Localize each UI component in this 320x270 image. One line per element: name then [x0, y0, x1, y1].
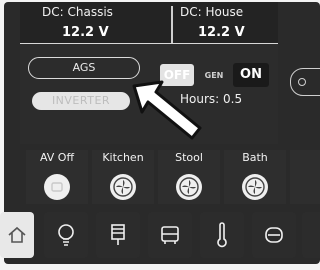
tank-icon — [265, 227, 283, 243]
nav-vehicle-button[interactable] — [148, 212, 192, 258]
light-label-kitchen: Kitchen — [102, 151, 144, 164]
light-card-bath[interactable]: Bath — [224, 150, 286, 204]
nav-home-button[interactable] — [0, 212, 34, 258]
side-toggle-indicator — [298, 78, 306, 86]
light-card-av-off[interactable]: AV Off — [26, 150, 88, 204]
light-card-stool[interactable]: Stool — [158, 150, 220, 204]
thermometer-icon — [217, 222, 227, 248]
stool-fan-icon[interactable] — [176, 174, 202, 200]
fan-glyph — [245, 177, 265, 197]
chassis-voltage-label: DC: Chassis — [42, 5, 113, 19]
av-power-glyph — [51, 182, 63, 192]
light-card-kitchen[interactable]: Kitchen — [92, 150, 154, 204]
kitchen-fan-icon[interactable] — [110, 174, 136, 200]
shade-icon — [111, 224, 125, 245]
fan-glyph — [179, 177, 199, 197]
nav-shades-button[interactable] — [96, 212, 140, 258]
light-card-partial[interactable] — [290, 150, 320, 204]
nav-tank-button[interactable] — [252, 212, 296, 258]
av-power-icon[interactable] — [44, 174, 70, 200]
lighting-row: AV Off Kitchen Stool Bath — [20, 150, 320, 204]
nav-lights-button[interactable] — [44, 212, 88, 258]
generator-on-button[interactable]: ON — [233, 63, 269, 87]
inverter-button[interactable]: INVERTER — [32, 92, 130, 110]
voltage-strip: DC: Chassis 12.2 V DC: House 12.2 V — [20, 2, 278, 45]
lightbulb-icon — [58, 224, 74, 246]
house-voltage-label: DC: House — [180, 5, 244, 19]
nav-temperature-button[interactable] — [200, 212, 244, 258]
vehicle-icon — [161, 226, 179, 244]
bottom-nav-bar — [0, 212, 320, 264]
light-label-av-off: AV Off — [39, 151, 75, 164]
nav-more-button[interactable] — [302, 212, 320, 258]
bath-fan-icon[interactable] — [242, 174, 268, 200]
control-panel-screen: DC: Chassis 12.2 V DC: House 12.2 V AGS … — [0, 0, 320, 270]
light-label-bath: Bath — [242, 151, 268, 164]
pointer-arrow-icon — [132, 80, 202, 140]
house-voltage-value: 12.2 V — [198, 25, 245, 40]
voltage-divider — [171, 6, 173, 44]
fan-glyph — [113, 177, 133, 197]
light-label-stool: Stool — [175, 151, 203, 164]
chassis-voltage-value: 12.2 V — [62, 25, 109, 40]
home-icon — [8, 226, 26, 243]
